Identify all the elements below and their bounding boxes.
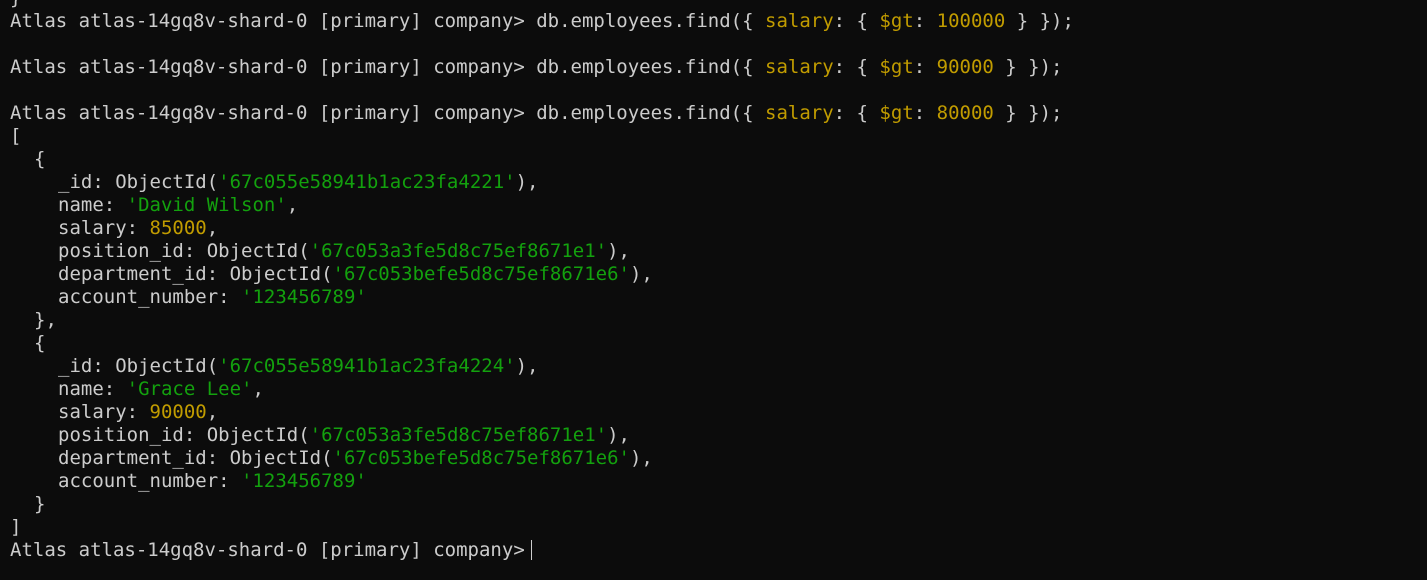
- result-close-bracket: ]: [10, 516, 22, 538]
- field-account-number: account_number: '123456789': [58, 470, 367, 492]
- document-open-brace: {: [34, 332, 46, 354]
- field-name: name: 'David Wilson',: [58, 194, 299, 216]
- field-id: _id: ObjectId('67c055e58941b1ac23fa4221'…: [58, 171, 539, 193]
- field-name: name: 'Grace Lee',: [58, 378, 264, 400]
- field-id: _id: ObjectId('67c055e58941b1ac23fa4224'…: [58, 355, 539, 377]
- text-cursor[interactable]: [530, 540, 532, 560]
- command-line: Atlas atlas-14gq8v-shard-0 [primary] com…: [10, 56, 1063, 78]
- active-prompt-line[interactable]: Atlas atlas-14gq8v-shard-0 [primary] com…: [10, 539, 1427, 562]
- field-account-number: account_number: '123456789': [58, 286, 367, 308]
- field-department-id: department_id: ObjectId('67c053befe5d8c7…: [58, 447, 653, 469]
- result-open-bracket: [: [10, 125, 22, 147]
- field-position-id: position_id: ObjectId('67c053a3fe5d8c75e…: [58, 424, 630, 446]
- previous-output-fragment: }: [10, 0, 1427, 10]
- prompt: Atlas atlas-14gq8v-shard-0 [primary] com…: [10, 102, 525, 124]
- field-position-id: position_id: ObjectId('67c053a3fe5d8c75e…: [58, 240, 630, 262]
- command-line: Atlas atlas-14gq8v-shard-0 [primary] com…: [10, 10, 1074, 32]
- prompt: Atlas atlas-14gq8v-shard-0 [primary] com…: [10, 56, 525, 78]
- document-open-brace: {: [34, 148, 46, 170]
- field-department-id: department_id: ObjectId('67c053befe5d8c7…: [58, 263, 653, 285]
- terminal-output[interactable]: } Atlas atlas-14gq8v-shard-0 [primary] c…: [10, 0, 1427, 580]
- prompt: Atlas atlas-14gq8v-shard-0 [primary] com…: [10, 539, 525, 561]
- field-salary: salary: 85000,: [58, 217, 219, 239]
- prompt: Atlas atlas-14gq8v-shard-0 [primary] com…: [10, 10, 525, 32]
- field-salary: salary: 90000,: [58, 401, 219, 423]
- command-line: Atlas atlas-14gq8v-shard-0 [primary] com…: [10, 102, 1063, 124]
- document-close-brace: }: [34, 493, 46, 515]
- document-close-brace: },: [34, 309, 57, 331]
